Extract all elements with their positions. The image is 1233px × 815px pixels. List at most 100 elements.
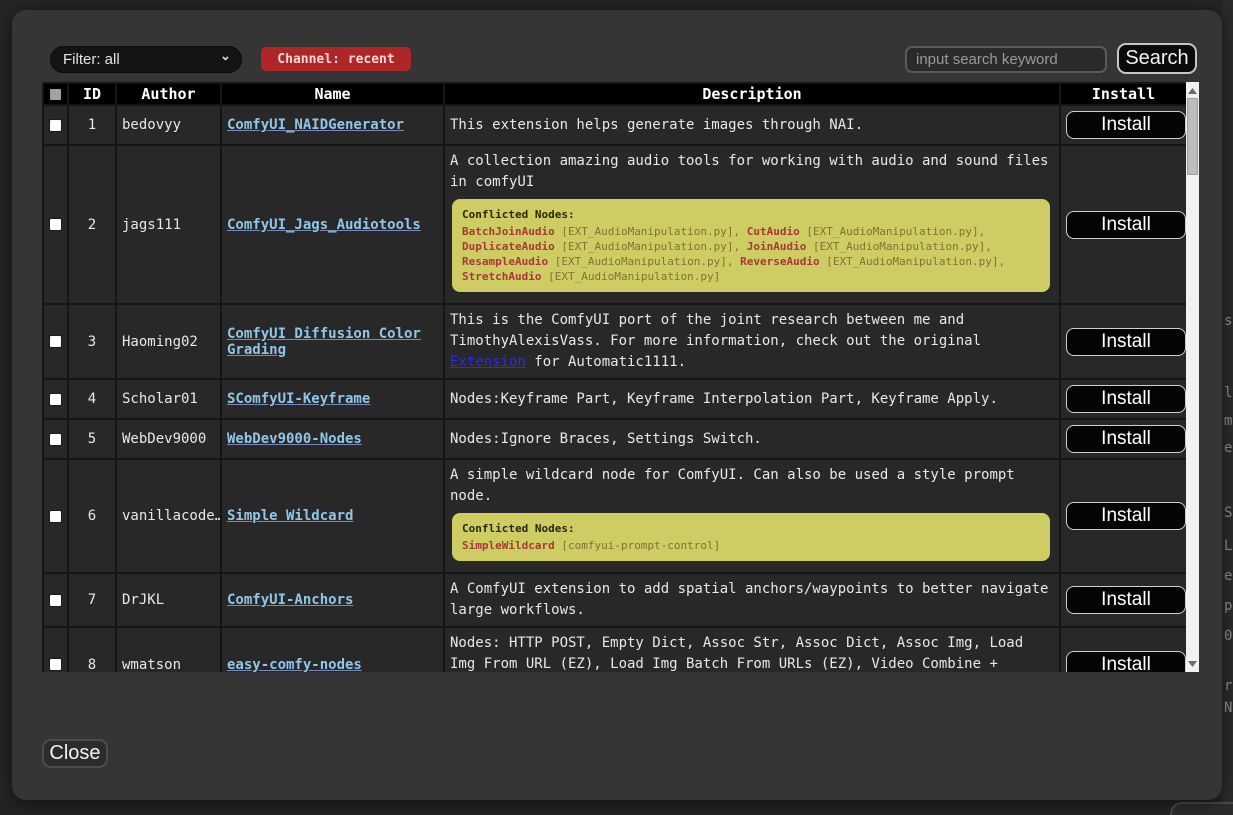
- row-checkbox[interactable]: [49, 658, 62, 671]
- row-checkbox[interactable]: [49, 335, 62, 348]
- row-checkbox[interactable]: [49, 510, 62, 523]
- background-text-fragment: L: [1224, 538, 1232, 554]
- row-name-cell: WebDev9000-Nodes: [221, 419, 444, 459]
- row-id: 5: [68, 419, 116, 459]
- row-select-cell[interactable]: [43, 573, 68, 627]
- install-button[interactable]: Install: [1066, 425, 1186, 453]
- row-description: Nodes: HTTP POST, Empty Dict, Assoc Str,…: [444, 627, 1060, 672]
- conflicted-nodes-box: Conflicted Nodes:SimpleWildcard [comfyui…: [452, 513, 1050, 561]
- install-button[interactable]: Install: [1066, 385, 1186, 413]
- search-input[interactable]: [905, 46, 1107, 73]
- table-scrollbar[interactable]: [1186, 82, 1199, 672]
- channel-badge-label: Channel: recent: [277, 52, 394, 67]
- row-select-cell[interactable]: [43, 627, 68, 672]
- channel-badge[interactable]: Channel: recent: [261, 47, 411, 71]
- filter-select[interactable]: Filter: all: [50, 46, 242, 73]
- extension-name-link[interactable]: WebDev9000-Nodes: [227, 431, 362, 447]
- extension-name-link[interactable]: SComfyUI-Keyframe: [227, 391, 370, 407]
- extension-name-link[interactable]: ComfyUI_NAIDGenerator: [227, 117, 404, 133]
- row-author: jags111: [116, 145, 221, 304]
- row-id: 3: [68, 304, 116, 379]
- conflict-node-name: SimpleWildcard: [462, 539, 555, 552]
- scrollbar-up-icon[interactable]: [1186, 83, 1199, 98]
- row-name-cell: Simple Wildcard: [221, 459, 444, 573]
- install-button[interactable]: Install: [1066, 586, 1186, 614]
- header-select-all[interactable]: [43, 83, 68, 105]
- row-description: A collection amazing audio tools for wor…: [444, 145, 1060, 304]
- row-install-cell: Install: [1060, 459, 1186, 573]
- extension-name-link[interactable]: ComfyUI_Jags_Audiotools: [227, 217, 421, 233]
- row-name-cell: SComfyUI-Keyframe: [221, 379, 444, 419]
- header-author: Author: [116, 83, 221, 105]
- row-checkbox[interactable]: [49, 393, 62, 406]
- row-install-cell: Install: [1060, 627, 1186, 672]
- extension-name-link[interactable]: ComfyUI Diffusion Color Grading: [227, 326, 421, 358]
- row-name-cell: ComfyUI-Anchors: [221, 573, 444, 627]
- row-checkbox[interactable]: [49, 433, 62, 446]
- table-row: 6vanillacode…Simple WildcardA simple wil…: [43, 459, 1186, 573]
- conflict-node-name: ResampleAudio: [462, 255, 548, 268]
- row-description: A ComfyUI extension to add spatial ancho…: [444, 573, 1060, 627]
- background-text-fragment: s: [1224, 313, 1232, 329]
- header-install: Install: [1060, 83, 1186, 105]
- search-button[interactable]: Search: [1117, 43, 1197, 74]
- background-text-fragment: m: [1224, 413, 1232, 429]
- row-select-cell[interactable]: [43, 379, 68, 419]
- description-inline-link[interactable]: Extension: [450, 354, 526, 370]
- row-id: 6: [68, 459, 116, 573]
- row-select-cell[interactable]: [43, 145, 68, 304]
- row-author: DrJKL: [116, 573, 221, 627]
- row-select-cell[interactable]: [43, 459, 68, 573]
- row-select-cell[interactable]: [43, 419, 68, 459]
- close-button[interactable]: Close: [42, 739, 108, 768]
- row-id: 4: [68, 379, 116, 419]
- scrollbar-down-icon[interactable]: [1186, 656, 1199, 671]
- description-text: A ComfyUI extension to add spatial ancho…: [450, 579, 1054, 621]
- background-page-edge: slmeSLep0rN: [1222, 0, 1233, 815]
- page-background-strip: [0, 800, 1233, 815]
- row-select-cell[interactable]: [43, 105, 68, 145]
- install-button[interactable]: Install: [1066, 651, 1186, 673]
- row-select-cell[interactable]: [43, 304, 68, 379]
- background-text-fragment: e: [1224, 440, 1232, 456]
- conflict-node-name: BatchJoinAudio: [462, 225, 555, 238]
- row-name-cell: ComfyUI_NAIDGenerator: [221, 105, 444, 145]
- install-button[interactable]: Install: [1066, 211, 1186, 239]
- row-description: This extension helps generate images thr…: [444, 105, 1060, 145]
- conflict-node-name: StretchAudio: [462, 270, 541, 283]
- background-button-fragment: [1170, 802, 1233, 815]
- conflict-node-name: DuplicateAudio: [462, 240, 555, 253]
- row-author: WebDev9000: [116, 419, 221, 459]
- table-row: 8wmatsoneasy-comfy-nodesNodes: HTTP POST…: [43, 627, 1186, 672]
- select-all-checkbox[interactable]: [49, 88, 62, 101]
- row-description: Nodes:Ignore Braces, Settings Switch.: [444, 419, 1060, 459]
- table-row: 3Haoming02ComfyUI Diffusion Color Gradin…: [43, 304, 1186, 379]
- row-checkbox[interactable]: [49, 594, 62, 607]
- row-install-cell: Install: [1060, 304, 1186, 379]
- table-row: 2jags111ComfyUI_Jags_AudiotoolsA collect…: [43, 145, 1186, 304]
- background-text-fragment: r: [1224, 678, 1232, 694]
- extension-name-link[interactable]: Simple Wildcard: [227, 508, 353, 524]
- table-row: 5WebDev9000 WebDev9000-Nodes Nodes:Ignore …: [43, 419, 1186, 459]
- table-row: 1bedovyyComfyUI_NAIDGeneratorThis extens…: [43, 105, 1186, 145]
- extension-name-link[interactable]: easy-comfy-nodes: [227, 657, 362, 673]
- row-install-cell: Install: [1060, 419, 1186, 459]
- description-text: Nodes: HTTP POST, Empty Dict, Assoc Str,…: [450, 633, 1054, 672]
- conflict-node-name: ReverseAudio: [740, 255, 819, 268]
- row-author: Scholar01: [116, 379, 221, 419]
- row-author: Haoming02: [116, 304, 221, 379]
- row-checkbox[interactable]: [49, 119, 62, 132]
- row-id: 8: [68, 627, 116, 672]
- install-button[interactable]: Install: [1066, 111, 1186, 139]
- install-button[interactable]: Install: [1066, 502, 1186, 530]
- conflicted-nodes-title: Conflicted Nodes:: [462, 521, 1040, 536]
- row-name-cell: ComfyUI Diffusion Color Grading: [221, 304, 444, 379]
- install-button[interactable]: Install: [1066, 328, 1186, 356]
- description-text: Nodes:Ignore Braces, Settings Switch.: [450, 429, 1054, 450]
- scrollbar-thumb[interactable]: [1187, 98, 1198, 175]
- extension-name-link[interactable]: ComfyUI-Anchors: [227, 592, 353, 608]
- conflicted-nodes-box: Conflicted Nodes:BatchJoinAudio [EXT_Aud…: [452, 199, 1050, 292]
- custom-node-manager-dialog: Filter: all ⌄ Channel: recent Search ID …: [12, 10, 1222, 800]
- background-text-fragment: l: [1224, 385, 1232, 401]
- row-checkbox[interactable]: [49, 218, 62, 231]
